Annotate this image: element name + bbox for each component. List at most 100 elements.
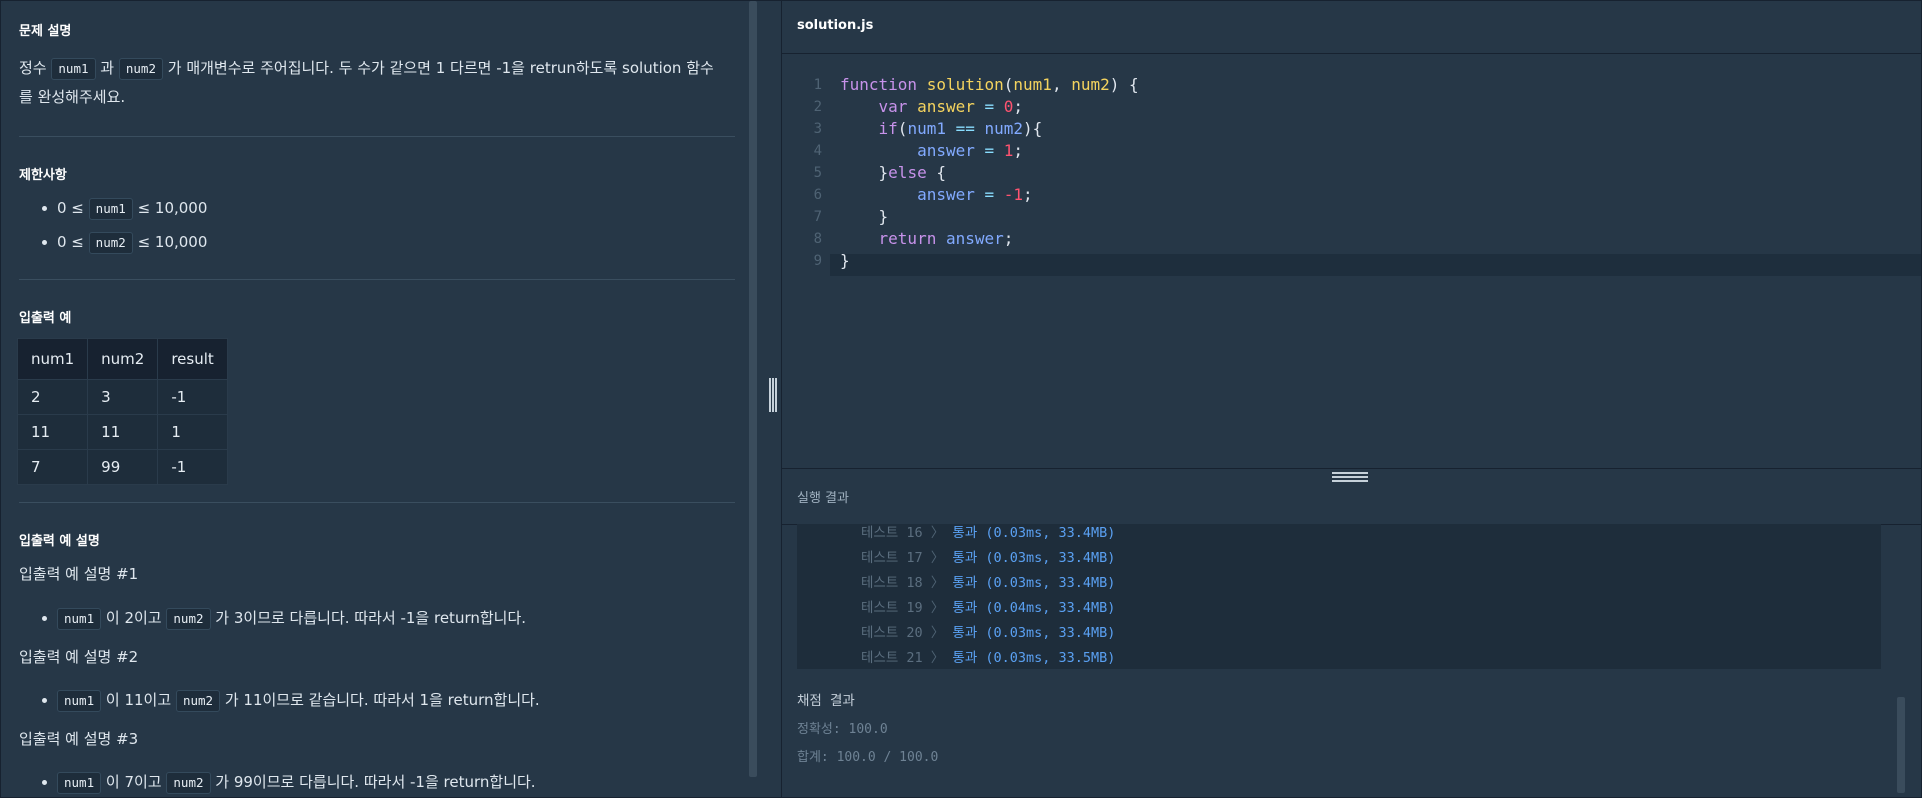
code-token: (: [897, 119, 908, 138]
code-token: ) {: [1109, 75, 1139, 94]
examples-title: 입출력 예: [19, 311, 72, 326]
output-panel: 실행 결과 테스트 16 〉 통과 (0.03ms, 33.4MB) 테스트 1…: [782, 469, 1921, 797]
explanation-heading: 입출력 예 설명 #2: [19, 648, 139, 666]
desc-text: 과: [100, 59, 115, 77]
explanation-text: 가 3이므로 다릅니다. 따라서 -1을 return합니다.: [215, 609, 527, 627]
drag-handle-icon[interactable]: [1332, 472, 1368, 482]
test-result-row: 테스트 19 〉 통과 (0.04ms, 33.4MB): [861, 600, 1116, 616]
explanation-text: 이 11이고: [105, 691, 172, 709]
test-result-row: 테스트 16 〉 통과 (0.03ms, 33.4MB): [861, 525, 1116, 541]
code-token: return: [878, 229, 937, 248]
code-line: answer = -1;: [840, 185, 1033, 204]
test-label: 테스트 16: [861, 525, 923, 541]
divider-line: [19, 136, 735, 137]
code-line: answer = 1;: [840, 141, 1023, 160]
test-result-row: 테스트 17 〉 통과 (0.03ms, 33.4MB): [861, 550, 1116, 566]
test-result-row: 테스트 20 〉 통과 (0.03ms, 33.4MB): [861, 625, 1116, 641]
line-number: 9: [813, 253, 822, 269]
line-number: 6: [813, 187, 822, 203]
line-number: 1: [813, 77, 822, 93]
desc-text: 를 완성해주세요.: [19, 88, 126, 106]
code-line: if(num1 == num2){: [840, 119, 1043, 138]
test-pass: 통과 (0.03ms, 33.4MB): [952, 525, 1116, 541]
code-token: }: [840, 251, 850, 270]
grade-title: 채점 결과: [797, 693, 855, 709]
table-row: 7 99 -1: [16, 449, 228, 485]
code-token: }: [878, 163, 889, 182]
test-label: 테스트 19: [861, 600, 923, 616]
code-token: 0: [1003, 97, 1014, 116]
inline-code-num2: num2: [175, 690, 221, 712]
tab-solution-js[interactable]: solution.js: [797, 18, 873, 33]
code-token: else: [888, 163, 927, 182]
test-label: 테스트 20: [861, 625, 923, 641]
inline-code-num1: num1: [88, 198, 133, 220]
table-cell: 11: [16, 414, 89, 450]
code-token: num2: [1071, 75, 1110, 94]
code-token: solution: [926, 75, 1004, 94]
constraints-title: 제한사항: [19, 168, 67, 183]
table-cell: 99: [87, 449, 159, 485]
explanation-list: num1 이 11이고 num2 가 11이므로 같습니다. 따라서 1을 re…: [19, 683, 719, 717]
explanation-heading: 입출력 예 설명 #3: [19, 730, 139, 748]
examples-table: num1 num2 result 2 3 -1 11 11 1 7 99 -1: [16, 338, 228, 485]
constraint-item: 0 ≤ num1 ≤ 10,000: [19, 191, 719, 225]
explanations-title: 입출력 예 설명: [19, 534, 100, 549]
table-header: num1: [16, 338, 89, 380]
code-token: num1: [1013, 75, 1052, 94]
code-line: return answer;: [840, 229, 1014, 248]
explanation-heading: 입출력 예 설명 #1: [19, 565, 139, 583]
explanation-list: num1 이 2이고 num2 가 3이므로 다릅니다. 따라서 -1을 ret…: [19, 601, 719, 635]
code-token: }: [878, 207, 889, 226]
code-token: ;: [1013, 141, 1024, 160]
test-pass: 통과 (0.03ms, 33.4MB): [952, 575, 1116, 591]
constraint-text: 0 ≤: [57, 233, 84, 251]
test-pass: 통과 (0.03ms, 33.4MB): [952, 550, 1116, 566]
explanation-item: num1 이 2이고 num2 가 3이므로 다릅니다. 따라서 -1을 ret…: [19, 601, 719, 635]
total-text: 합계: 100.0 / 100.0: [797, 750, 939, 765]
accuracy-text: 정확성: 100.0: [797, 722, 888, 737]
table-header: num2: [87, 338, 159, 380]
editor-pane: solution.js 1 2 3 4 5 6 7 8 9 function s…: [782, 1, 1921, 797]
inline-code-num2: num2: [88, 232, 133, 254]
code-token: =: [974, 185, 1004, 204]
code-token: ,: [1051, 75, 1072, 94]
test-pass: 통과 (0.03ms, 33.4MB): [952, 625, 1116, 641]
code-line: function solution(num1, num2) {: [840, 75, 1139, 94]
test-pass: 통과 (0.04ms, 33.4MB): [952, 600, 1116, 616]
test-results[interactable]: 테스트 16 〉 통과 (0.03ms, 33.4MB) 테스트 17 〉 통과…: [797, 524, 1881, 669]
inline-code-num1: num1: [57, 690, 102, 712]
inline-code-num2: num2: [166, 772, 211, 794]
constraint-text: ≤ 10,000: [137, 199, 208, 217]
test-label: 테스트 17: [861, 550, 923, 566]
table-row: 2 3 -1: [16, 379, 228, 415]
code-token: num1: [907, 119, 946, 138]
inline-code-num2: num2: [118, 58, 163, 80]
current-line-highlight: [830, 254, 1921, 276]
code-token: ==: [945, 119, 985, 138]
code-token: answer: [917, 141, 975, 160]
code-token: -1: [1003, 185, 1024, 204]
table-cell: 11: [87, 414, 159, 450]
inline-code-num1: num1: [51, 58, 96, 80]
code-editor[interactable]: 1 2 3 4 5 6 7 8 9 function solution(num1…: [782, 54, 1921, 468]
resize-handle-icon[interactable]: [769, 378, 777, 412]
explanation-item: num1 이 7이고 num2 가 99이므로 다릅니다. 따라서 -1을 re…: [19, 765, 719, 797]
inline-code-num1: num1: [57, 608, 102, 630]
constraint-item: 0 ≤ num2 ≤ 10,000: [19, 225, 719, 259]
desc-text: 가 매개변수로 주어집니다. 두 수가 같으면 1 다르면 -1을 retrun…: [167, 59, 714, 77]
table-cell: 3: [87, 379, 159, 415]
line-number: 8: [813, 231, 822, 247]
line-number: 5: [813, 165, 822, 181]
problem-scrollbar[interactable]: [749, 1, 757, 777]
inline-code-num1: num1: [57, 772, 102, 794]
line-number: 3: [813, 121, 822, 137]
table-row: 11 11 1: [16, 414, 228, 450]
test-pass: 통과 (0.03ms, 33.5MB): [952, 650, 1116, 666]
output-title: 실행 결과: [797, 491, 849, 506]
app-window: 문제 설명 정수 num1 과 num2 가 매개변수로 주어집니다. 두 수가…: [0, 0, 1922, 798]
table-cell: 2: [16, 379, 89, 415]
constraint-text: ≤ 10,000: [137, 233, 208, 251]
output-scrollbar[interactable]: [1897, 697, 1905, 793]
problem-pane[interactable]: 문제 설명 정수 num1 과 num2 가 매개변수로 주어집니다. 두 수가…: [1, 1, 747, 797]
